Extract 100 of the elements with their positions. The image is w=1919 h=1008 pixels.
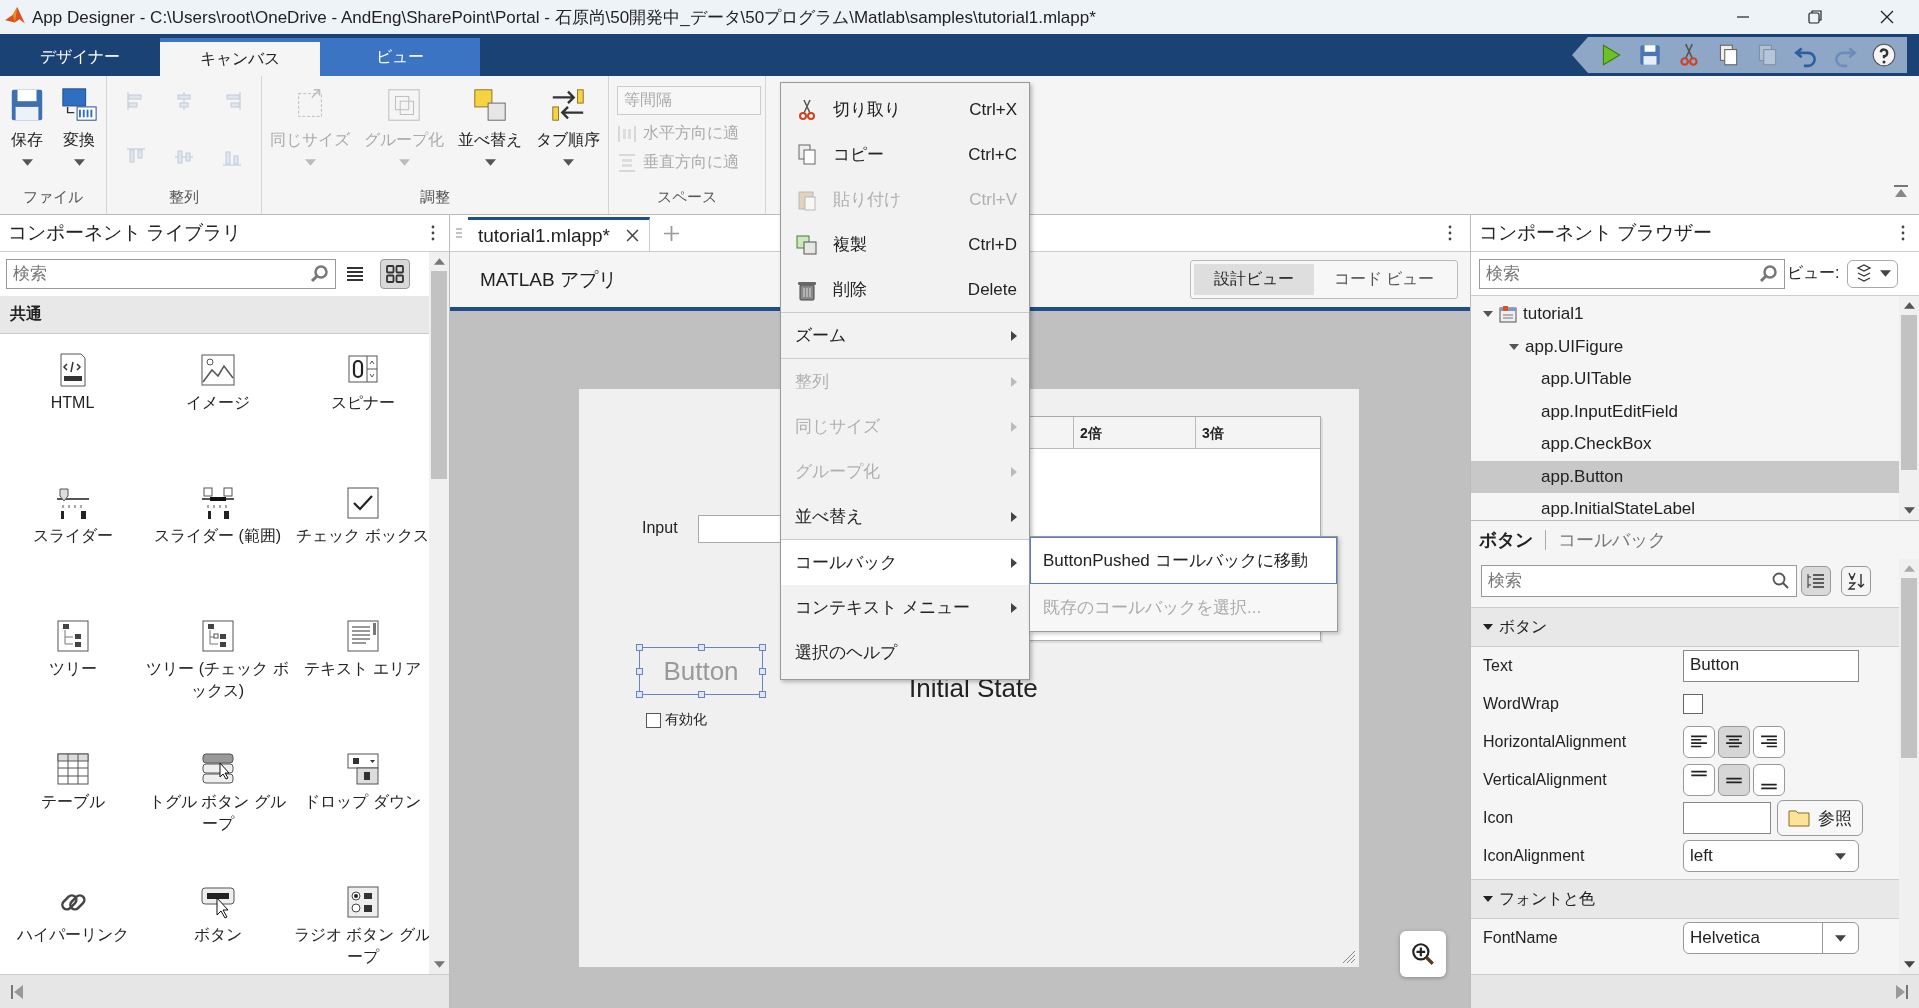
menu-item[interactable]: コールバック: [781, 540, 1029, 585]
tree-item[interactable]: app.UIFigure: [1525, 336, 1624, 357]
tree-item[interactable]: app.InitialStateLabel: [1541, 499, 1696, 520]
menu-item[interactable]: 並べ替え: [781, 494, 1029, 539]
dropdown[interactable]: left: [1683, 840, 1859, 872]
textarea-component-icon[interactable]: [344, 618, 381, 654]
dropdown-component-icon[interactable]: [344, 751, 381, 787]
text-field[interactable]: Button: [1683, 650, 1859, 682]
save-icon[interactable]: [1637, 42, 1663, 68]
close-icon[interactable]: [626, 229, 640, 242]
resize-grip-icon[interactable]: [1342, 950, 1356, 964]
ribbon-button[interactable]: タブ順序: [536, 86, 600, 188]
grouped-view-button[interactable]: [1801, 566, 1831, 596]
ribbon-button[interactable]: 並べ替え: [458, 86, 522, 188]
menu-item[interactable]: 削除 Delete: [781, 267, 1029, 312]
scroll-up-icon[interactable]: [1903, 302, 1915, 309]
zoom-in-icon: [1410, 941, 1436, 967]
tree-item[interactable]: tutorial1: [1523, 304, 1584, 325]
menu-label: コールバック: [795, 552, 897, 574]
panel-title: コンポーネント ライブラリ: [8, 221, 242, 245]
checktree-component-icon[interactable]: [199, 618, 236, 654]
togglegroup-component-icon[interactable]: [199, 751, 236, 787]
zoom-button[interactable]: [1400, 931, 1446, 977]
inspector-tab[interactable]: ボタン: [1479, 528, 1533, 552]
slider-component-icon[interactable]: [54, 485, 91, 521]
checkbox[interactable]: [1683, 694, 1703, 714]
tree-item[interactable]: app.CheckBox: [1541, 434, 1652, 455]
section-title: ボタン: [1499, 616, 1547, 637]
checkbox[interactable]: [646, 712, 661, 728]
menu-item[interactable]: コンテキスト メニュー: [781, 585, 1029, 630]
component-label: スピナー: [329, 393, 396, 413]
menu-item[interactable]: 切り取り Ctrl+X: [781, 87, 1029, 132]
search-field[interactable]: 検索: [6, 259, 336, 289]
align-top-button[interactable]: [1683, 764, 1715, 796]
scroll-down-icon[interactable]: [1903, 507, 1915, 514]
component-label: テーブル: [39, 792, 106, 812]
scroll-thumb[interactable]: [431, 271, 447, 479]
restore-icon[interactable]: [1807, 9, 1823, 25]
ribbon-group-label: 整列: [168, 188, 200, 207]
menu-item[interactable]: コピー Ctrl+C: [781, 132, 1029, 177]
scroll-thumb[interactable]: [1901, 315, 1917, 470]
icon-file-field[interactable]: [1683, 802, 1771, 834]
tree-item[interactable]: app.Button: [1541, 466, 1624, 487]
menu-item[interactable]: ズーム: [781, 313, 1029, 358]
collapse-left-icon[interactable]: [10, 983, 24, 1000]
document-tab[interactable]: tutorial1.mlapp*: [468, 217, 651, 251]
table-component-icon[interactable]: [54, 751, 91, 787]
inspector-tab[interactable]: コールバック: [1558, 528, 1666, 552]
browse-button[interactable]: 参照: [1777, 800, 1863, 836]
image-component-icon[interactable]: [199, 352, 236, 388]
align-left-button[interactable]: [1683, 726, 1715, 758]
add-tab-icon[interactable]: [664, 226, 680, 241]
align-bottom-button[interactable]: [1753, 764, 1785, 796]
button-component-icon[interactable]: [199, 884, 236, 920]
more-options-icon[interactable]: [1901, 225, 1905, 241]
grid-view-button[interactable]: [380, 259, 410, 289]
search-field[interactable]: 検索: [1479, 258, 1785, 289]
more-options-icon[interactable]: [1448, 225, 1452, 241]
combo-box[interactable]: Helvetica: [1683, 922, 1859, 954]
expand-arrow-icon[interactable]: [1509, 341, 1519, 352]
menu-item[interactable]: ButtonPushed コールバックに移動: [1030, 537, 1337, 584]
expand-arrow-icon[interactable]: [1483, 622, 1493, 632]
tree-item[interactable]: app.UITable: [1541, 369, 1632, 390]
ribbon-tab[interactable]: キャンバス: [160, 38, 320, 76]
expand-arrow-icon[interactable]: [1483, 894, 1493, 904]
scroll-down-icon[interactable]: [1903, 961, 1915, 968]
tree-component-icon[interactable]: [54, 618, 91, 654]
scroll-thumb[interactable]: [1901, 578, 1917, 758]
rangeslider-component-icon[interactable]: [199, 485, 236, 521]
menu-item[interactable]: 選択のヘルプ: [781, 630, 1029, 675]
view-dropdown[interactable]: [1847, 259, 1899, 288]
sort-icon: [1846, 571, 1866, 591]
component-label: ツリー (チェック ボックス): [145, 659, 290, 701]
search-field[interactable]: 検索: [1481, 565, 1797, 597]
tree-item[interactable]: app.InputEditField: [1541, 401, 1679, 422]
view-toggle-button[interactable]: 設計ビュー: [1193, 264, 1314, 295]
menu-item[interactable]: 複製 Ctrl+D: [781, 222, 1029, 267]
scrollbar[interactable]: [429, 252, 449, 974]
close-icon[interactable]: [1879, 9, 1895, 25]
grip-icon[interactable]: [456, 227, 462, 239]
collapse-ribbon-icon[interactable]: [1893, 184, 1909, 200]
align-middle-button[interactable]: [1718, 764, 1750, 796]
scroll-up-icon[interactable]: [433, 258, 445, 265]
ribbon-tab[interactable]: ビュー: [320, 38, 480, 76]
collapse-right-icon[interactable]: [1895, 983, 1909, 1000]
ribbon-tab[interactable]: デザイナー: [0, 38, 160, 76]
scrollbar[interactable]: [1899, 559, 1919, 974]
sorted-view-button[interactable]: [1841, 566, 1871, 596]
align-center-button[interactable]: [1718, 726, 1750, 758]
more-options-icon[interactable]: [431, 225, 435, 241]
ribbon-button[interactable]: 変換: [60, 86, 98, 188]
radiogroup-component-icon[interactable]: [344, 884, 381, 920]
scrollbar[interactable]: [1899, 296, 1919, 520]
checkbox-component-icon[interactable]: [344, 485, 381, 521]
ribbon-button[interactable]: 保存: [8, 86, 46, 188]
menu-label: 貼り付け: [833, 189, 901, 211]
scroll-down-icon[interactable]: [433, 961, 445, 968]
view-toggle-button[interactable]: コード ビュー: [1313, 264, 1454, 295]
align-right-button[interactable]: [1753, 726, 1785, 758]
help-icon[interactable]: [1871, 42, 1897, 68]
